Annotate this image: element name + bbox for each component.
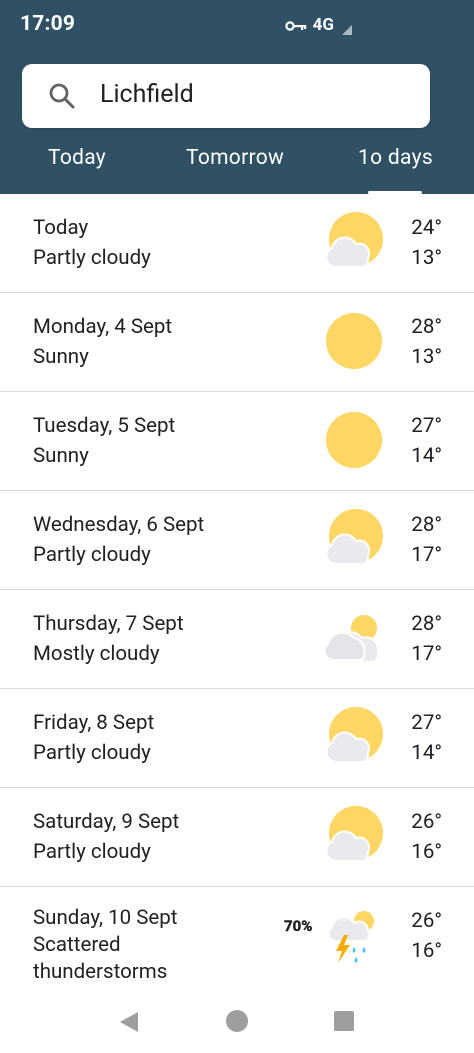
low-temp: 17° (411, 542, 442, 567)
low-temp: 16° (411, 839, 442, 864)
forecast-row-monday[interactable]: Monday, 4 Sept Sunny 28° 13° (0, 293, 474, 392)
low-temp: 17° (411, 641, 442, 666)
partly-cloudy-icon (320, 509, 386, 571)
high-temp: 24° (411, 216, 442, 240)
high-temp: 28° (411, 315, 442, 339)
high-temp: 28° (411, 612, 442, 636)
high-temp: 26° (411, 810, 442, 834)
condition-label: Partly cloudy (33, 839, 151, 864)
day-label: Saturday, 9 Sept (33, 810, 180, 834)
forecast-day-text: Friday, 8 Sept Partly cloudy (33, 709, 293, 768)
forecast-row-saturday[interactable]: Saturday, 9 Sept Partly cloudy 26° 16° (0, 788, 474, 887)
back-icon[interactable] (118, 1010, 140, 1034)
search-input[interactable]: Lichfield (22, 64, 430, 128)
system-nav-bar (0, 990, 474, 1053)
forecast-tabs: Today Tomorrow 1o days (0, 140, 474, 194)
low-temp: 14° (411, 740, 442, 765)
condition-label: Partly cloudy (33, 740, 151, 765)
app-header: 17:09 4G Lichfield Today Tomorrow 1o day… (0, 0, 474, 194)
thunderstorm-icon (320, 905, 386, 967)
partly-cloudy-icon (320, 707, 386, 769)
low-temp: 16° (411, 938, 442, 963)
temperature-range: 28° 17° (411, 511, 442, 570)
forecast-row-wednesday[interactable]: Wednesday, 6 Sept Partly cloudy 28° 17° (0, 491, 474, 590)
temperature-range: 24° 13° (411, 214, 442, 273)
condition-label: Scattered thunderstorms (33, 933, 168, 984)
temperature-range: 28° 17° (411, 610, 442, 669)
forecast-day-text: Today Partly cloudy (33, 214, 293, 273)
sunny-icon (320, 311, 386, 373)
forecast-day-text: Monday, 4 Sept Sunny (33, 313, 293, 372)
search-query[interactable]: Lichfield (100, 80, 194, 109)
forecast-row-thursday[interactable]: Thursday, 7 Sept Mostly cloudy 28° 17° (0, 590, 474, 689)
condition-label: Sunny (33, 443, 89, 468)
day-label: Sunday, 10 Sept (33, 906, 178, 930)
day-label: Thursday, 7 Sept (33, 612, 184, 636)
temperature-range: 27° 14° (411, 412, 442, 471)
temperature-range: 26° 16° (411, 808, 442, 867)
low-temp: 13° (411, 344, 442, 369)
search-icon[interactable] (48, 82, 76, 110)
sunny-icon (320, 410, 386, 472)
tab-today[interactable]: Today (48, 146, 106, 170)
partly-cloudy-icon (320, 806, 386, 868)
high-temp: 26° (411, 909, 442, 933)
condition-label: Partly cloudy (33, 245, 151, 270)
forecast-row-friday[interactable]: Friday, 8 Sept Partly cloudy 27° 14° (0, 689, 474, 788)
vpn-key-icon (284, 18, 307, 32)
forecast-list: Today Partly cloudy 24° 13° Monday, 4 Se… (0, 194, 474, 1007)
high-temp: 28° (411, 513, 442, 537)
partly-cloudy-icon (320, 212, 386, 274)
day-label: Today (33, 216, 89, 240)
tab-10-days[interactable]: 1o days (358, 146, 433, 170)
precipitation-chance: 70% (284, 917, 313, 935)
low-temp: 13° (411, 245, 442, 270)
day-label: Tuesday, 5 Sept (33, 414, 176, 438)
forecast-day-text: Wednesday, 6 Sept Partly cloudy (33, 511, 293, 570)
high-temp: 27° (411, 414, 442, 438)
signal-icon (342, 20, 352, 35)
forecast-row-today[interactable]: Today Partly cloudy 24° 13° (0, 194, 474, 293)
status-icons: 4G (284, 15, 352, 35)
forecast-row-tuesday[interactable]: Tuesday, 5 Sept Sunny 27° 14° (0, 392, 474, 491)
status-time: 17:09 (20, 12, 76, 36)
forecast-day-text: Saturday, 9 Sept Partly cloudy (33, 808, 293, 867)
temperature-range: 26° 16° (411, 907, 442, 966)
day-label: Monday, 4 Sept (33, 315, 173, 339)
temperature-range: 27° 14° (411, 709, 442, 768)
high-temp: 27° (411, 711, 442, 735)
condition-label: Partly cloudy (33, 542, 151, 567)
forecast-day-text: Thursday, 7 Sept Mostly cloudy (33, 610, 293, 669)
forecast-day-text: Tuesday, 5 Sept Sunny (33, 412, 293, 471)
temperature-range: 28° 13° (411, 313, 442, 372)
day-label: Friday, 8 Sept (33, 711, 155, 735)
mostly-cloudy-icon (320, 608, 386, 670)
tab-tomorrow[interactable]: Tomorrow (186, 146, 284, 170)
condition-label: Mostly cloudy (33, 641, 160, 666)
network-type: 4G (312, 15, 334, 35)
low-temp: 14° (411, 443, 442, 468)
forecast-row-sunday[interactable]: Sunday, 10 Sept Scattered thunderstorms … (0, 887, 474, 1007)
day-label: Wednesday, 6 Sept (33, 513, 205, 537)
status-bar: 17:09 4G (0, 0, 474, 50)
forecast-day-text: Sunday, 10 Sept Scattered thunderstorms (33, 905, 233, 986)
home-icon[interactable] (226, 1010, 248, 1032)
condition-label: Sunny (33, 344, 89, 369)
recent-apps-icon[interactable] (334, 1011, 354, 1031)
